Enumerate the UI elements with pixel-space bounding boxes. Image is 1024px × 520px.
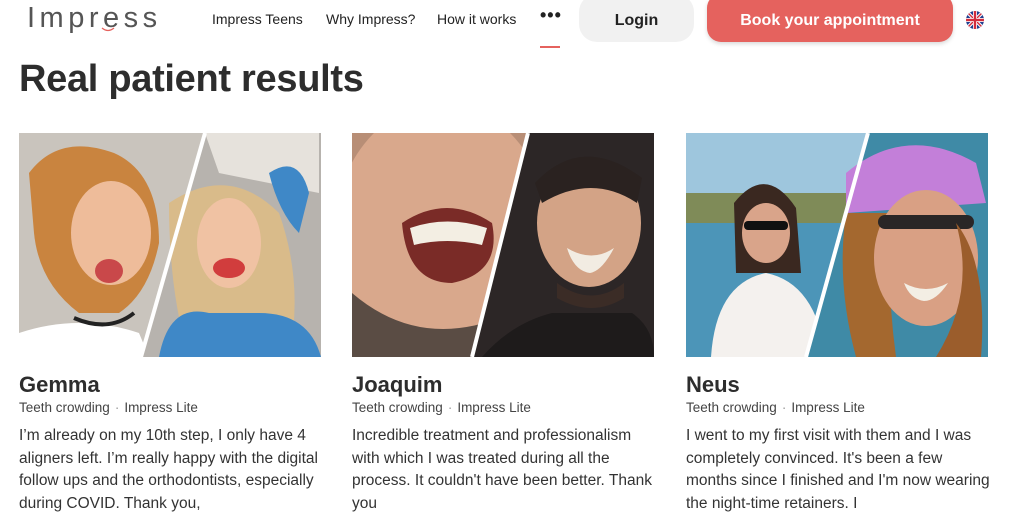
- tag-condition: Teeth crowding: [686, 400, 777, 415]
- before-after-photo: [352, 133, 654, 357]
- uk-flag-icon[interactable]: [966, 11, 984, 29]
- before-after-photo: [19, 133, 321, 357]
- more-menu-underline: [540, 46, 560, 48]
- patient-testimonial: I’m already on my 10th step, I only have…: [19, 427, 318, 512]
- tag-separator: ·: [114, 400, 120, 415]
- patient-card[interactable]: Neus Teeth crowding · Impress Lite I went …: [686, 133, 990, 512]
- patient-testimonial: Incredible treatment and professionalism…: [352, 427, 652, 512]
- before-after-photo: [686, 133, 988, 357]
- impress-logo[interactable]: Impress: [27, 2, 162, 35]
- tag-separator: ·: [447, 400, 453, 415]
- tag-condition: Teeth crowding: [352, 400, 443, 415]
- book-appointment-button[interactable]: Book your appointment: [707, 0, 953, 42]
- tag-treatment: Impress Lite: [791, 400, 865, 415]
- patient-testimonial: I went to my first visit with them and I…: [686, 427, 990, 512]
- patient-name: Joaquim: [352, 372, 443, 397]
- page-title: Real patient results: [19, 58, 364, 100]
- tag-treatment: Impress Lite: [124, 400, 198, 415]
- more-menu-button[interactable]: •••: [540, 5, 562, 26]
- nav-impress-teens[interactable]: Impress Teens: [212, 11, 303, 27]
- tag-separator: ·: [781, 400, 787, 415]
- treatment-tags: Teeth crowding · Impress Lite: [19, 400, 198, 415]
- treatment-tags: Teeth crowding · Impress Lite: [686, 400, 865, 415]
- patient-name: Neus: [686, 372, 740, 397]
- tag-treatment: Impress Lite: [457, 400, 531, 415]
- site-header: Impress Impress Teens Why Impress? How i…: [0, 0, 1024, 50]
- tag-condition: Teeth crowding: [19, 400, 110, 415]
- treatment-tags: Teeth crowding · Impress Lite: [352, 400, 531, 415]
- nav-how-it-works[interactable]: How it works: [437, 11, 516, 27]
- nav-why-impress[interactable]: Why Impress?: [326, 11, 415, 27]
- patient-name: Gemma: [19, 372, 100, 397]
- patient-card[interactable]: Joaquim Teeth crowding · Impress Lite Incr…: [352, 133, 654, 512]
- logo-smile-icon: [101, 27, 115, 32]
- login-button[interactable]: Login: [579, 0, 694, 42]
- patient-card[interactable]: Gemma Teeth crowding · Impress Lite I’m al…: [19, 133, 321, 512]
